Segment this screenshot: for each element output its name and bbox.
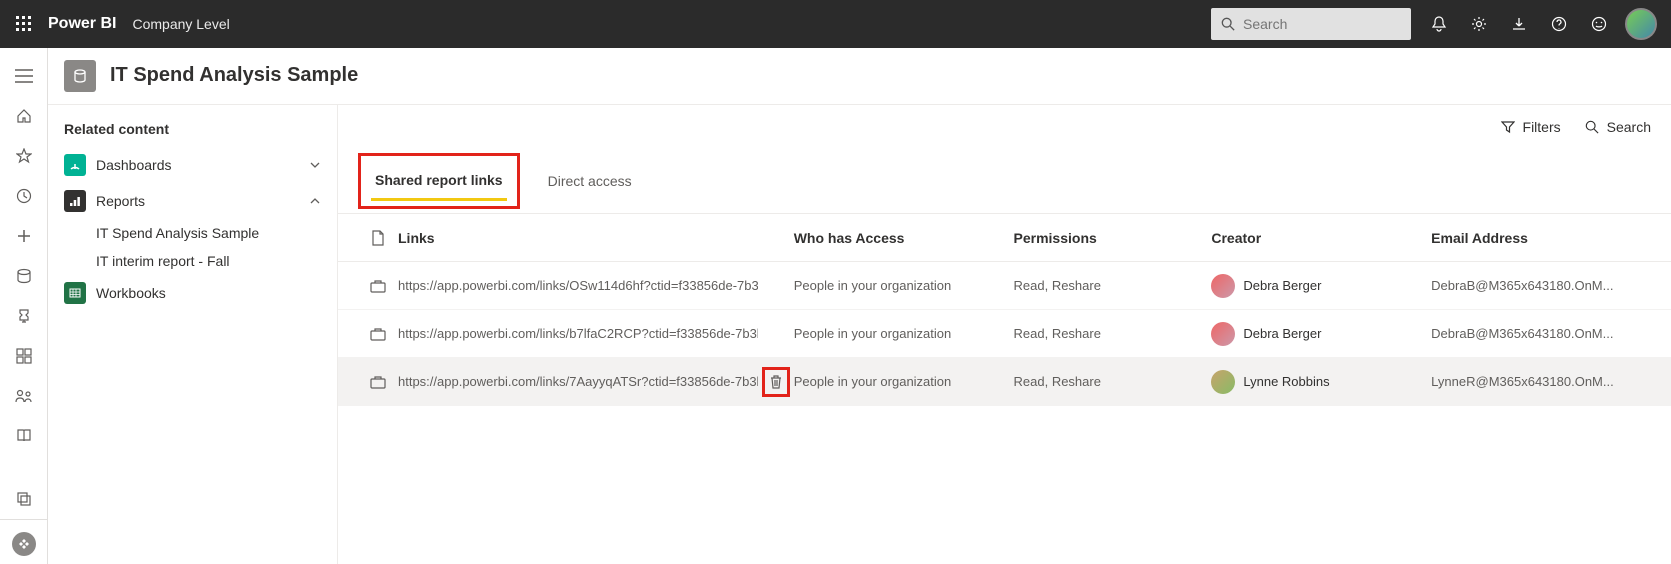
dataset-type-icon — [64, 60, 96, 92]
row-access: People in your organization — [794, 326, 1014, 341]
create-icon[interactable] — [0, 216, 48, 256]
page-title: IT Spend Analysis Sample — [110, 64, 358, 87]
nav-toggle-icon[interactable] — [0, 56, 48, 96]
row-creator: Debra Berger — [1211, 274, 1431, 298]
related-panel: Related content Dashboards Reports IT Sp… — [48, 105, 338, 564]
global-search[interactable] — [1211, 8, 1411, 40]
row-email: DebraB@M365x643180.OnM... — [1431, 278, 1651, 293]
download-icon[interactable] — [1499, 0, 1539, 48]
group-workbooks[interactable]: Workbooks — [56, 275, 329, 311]
col-perm-header[interactable]: Permissions — [1014, 230, 1212, 246]
report-item[interactable]: IT Spend Analysis Sample — [56, 219, 329, 247]
global-header: Power BI Company Level — [0, 0, 1671, 48]
workspaces-icon[interactable] — [0, 479, 48, 519]
col-links-header[interactable]: Links — [398, 230, 758, 246]
tab-direct-access[interactable]: Direct access — [544, 163, 636, 199]
filters-label: Filters — [1523, 119, 1561, 135]
table-row[interactable]: https://app.powerbi.com/links/7AayyqATSr… — [338, 358, 1671, 406]
row-email: DebraB@M365x643180.OnM... — [1431, 326, 1651, 341]
group-dashboards-label: Dashboards — [96, 157, 309, 173]
table-row[interactable]: https://app.powerbi.com/links/OSw114d6hf… — [338, 262, 1671, 310]
page-header: IT Spend Analysis Sample — [48, 48, 1671, 104]
row-perm: Read, Reshare — [1014, 278, 1212, 293]
row-perm: Read, Reshare — [1014, 326, 1212, 341]
help-icon[interactable] — [1539, 0, 1579, 48]
nav-rail — [0, 48, 48, 564]
shared-icon[interactable] — [0, 376, 48, 416]
search-button[interactable]: Search — [1585, 119, 1651, 135]
learn-icon[interactable] — [0, 416, 48, 456]
workbook-icon — [64, 282, 86, 304]
links-table: Links Who has Access Permissions Creator… — [338, 214, 1671, 406]
link-type-icon — [358, 279, 398, 293]
row-email: LynneR@M365x643180.OnM... — [1431, 374, 1651, 389]
tab-shared-links[interactable]: Shared report links — [371, 162, 507, 201]
work-area: Filters Search Shared report links Direc… — [338, 105, 1671, 564]
group-dashboards[interactable]: Dashboards — [56, 147, 329, 183]
settings-icon[interactable] — [1459, 0, 1499, 48]
group-reports-label: Reports — [96, 193, 309, 209]
table-row[interactable]: https://app.powerbi.com/links/b7lfaC2RCP… — [338, 310, 1671, 358]
creator-avatar — [1211, 322, 1235, 346]
brand-label[interactable]: Power BI — [48, 15, 116, 33]
workspace-context[interactable]: Company Level — [132, 16, 229, 32]
datasets-icon[interactable] — [0, 256, 48, 296]
feedback-icon[interactable] — [1579, 0, 1619, 48]
report-icon — [64, 190, 86, 212]
link-type-icon — [358, 375, 398, 389]
recent-icon[interactable] — [0, 176, 48, 216]
dashboard-icon — [64, 154, 86, 176]
home-icon[interactable] — [0, 96, 48, 136]
link-url: https://app.powerbi.com/links/OSw114d6hf… — [398, 278, 758, 293]
chevron-up-icon — [309, 195, 321, 207]
notifications-icon[interactable] — [1419, 0, 1459, 48]
col-type-icon — [358, 230, 398, 246]
row-access: People in your organization — [794, 374, 1014, 389]
creator-avatar — [1211, 370, 1235, 394]
row-creator: Lynne Robbins — [1211, 370, 1431, 394]
col-creator-header[interactable]: Creator — [1211, 230, 1431, 246]
annotation-highlight: Shared report links — [358, 153, 520, 209]
annotation-highlight — [762, 367, 790, 397]
chevron-down-icon — [309, 159, 321, 171]
search-icon — [1221, 17, 1235, 31]
content-toolbar: Filters Search — [338, 105, 1671, 149]
global-search-input[interactable] — [1243, 16, 1383, 32]
search-label: Search — [1607, 119, 1651, 135]
link-url: https://app.powerbi.com/links/7AayyqATSr… — [398, 374, 758, 389]
report-item[interactable]: IT interim report - Fall — [56, 247, 329, 275]
group-workbooks-label: Workbooks — [96, 285, 321, 301]
row-access: People in your organization — [794, 278, 1014, 293]
delete-icon[interactable] — [769, 374, 783, 390]
col-access-header[interactable]: Who has Access — [794, 230, 1014, 246]
filters-button[interactable]: Filters — [1501, 119, 1561, 135]
creator-avatar — [1211, 274, 1235, 298]
goals-icon[interactable] — [0, 296, 48, 336]
filter-icon — [1501, 120, 1515, 134]
row-creator: Debra Berger — [1211, 322, 1431, 346]
search-icon — [1585, 120, 1599, 134]
group-reports[interactable]: Reports — [56, 183, 329, 219]
table-header: Links Who has Access Permissions Creator… — [338, 214, 1671, 262]
tab-bar: Shared report links Direct access — [338, 149, 1671, 214]
link-type-icon — [358, 327, 398, 341]
related-heading: Related content — [56, 117, 329, 147]
row-perm: Read, Reshare — [1014, 374, 1212, 389]
favorites-icon[interactable] — [0, 136, 48, 176]
current-workspace-icon[interactable] — [12, 532, 36, 556]
col-email-header[interactable]: Email Address — [1431, 230, 1651, 246]
user-avatar[interactable] — [1625, 8, 1657, 40]
link-url: https://app.powerbi.com/links/b7lfaC2RCP… — [398, 326, 758, 341]
apps-icon[interactable] — [0, 336, 48, 376]
app-launcher-icon[interactable] — [8, 8, 40, 40]
